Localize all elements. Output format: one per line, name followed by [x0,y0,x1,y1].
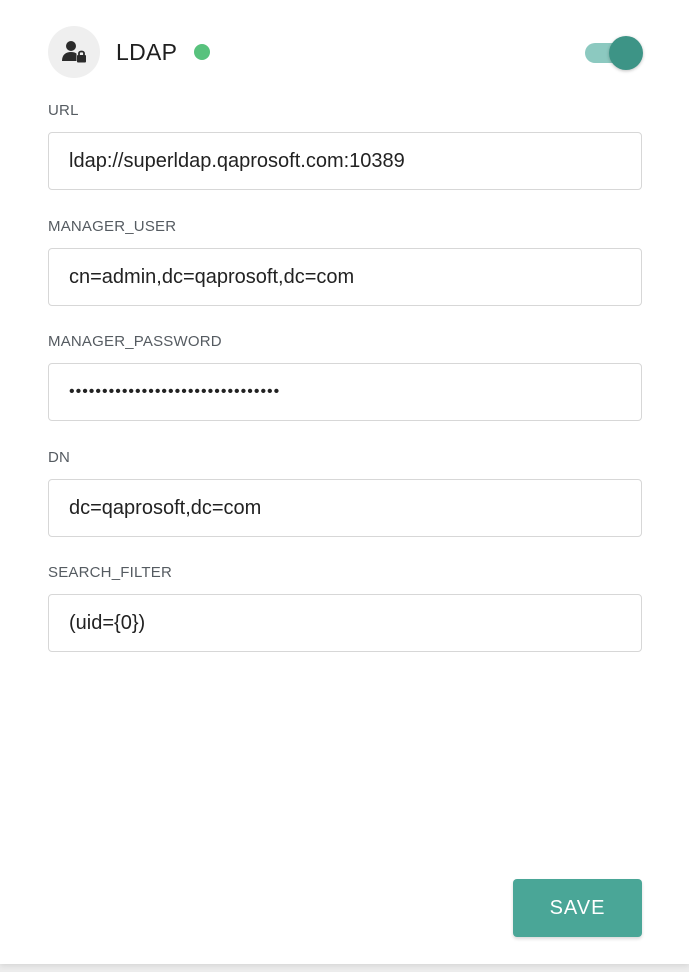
toggle-knob[interactable] [609,36,643,70]
manager-user-label: MANAGER_USER [48,218,177,235]
url-input[interactable] [48,132,642,190]
dn-label: DN [48,449,71,466]
page-title: LDAP [116,39,178,65]
user-lock-icon-svg [62,41,86,63]
search-filter-input[interactable] [48,594,642,652]
manager-password-label: MANAGER_PASSWORD [48,333,222,350]
manager-user-input[interactable] [48,248,642,306]
ldap-settings-card: LDAP URL MANAGER_USER MANAGER_PASSWORD D… [0,0,689,964]
user-lock-icon [48,26,100,78]
manager-user-field-group: MANAGER_USER [48,216,642,306]
url-label: URL [48,102,79,119]
dn-input[interactable] [48,479,642,537]
dn-field-group: DN [48,447,642,537]
search-filter-label: SEARCH_FILTER [48,564,173,581]
search-filter-field-group: SEARCH_FILTER [48,562,642,652]
status-indicator [194,44,210,60]
url-field-group: URL [48,100,642,190]
enable-toggle[interactable] [585,36,643,70]
card-header: LDAP [48,26,643,78]
save-button[interactable]: SAVE [513,879,642,937]
manager-password-field-group: MANAGER_PASSWORD [48,331,642,421]
manager-password-input[interactable] [48,363,642,421]
